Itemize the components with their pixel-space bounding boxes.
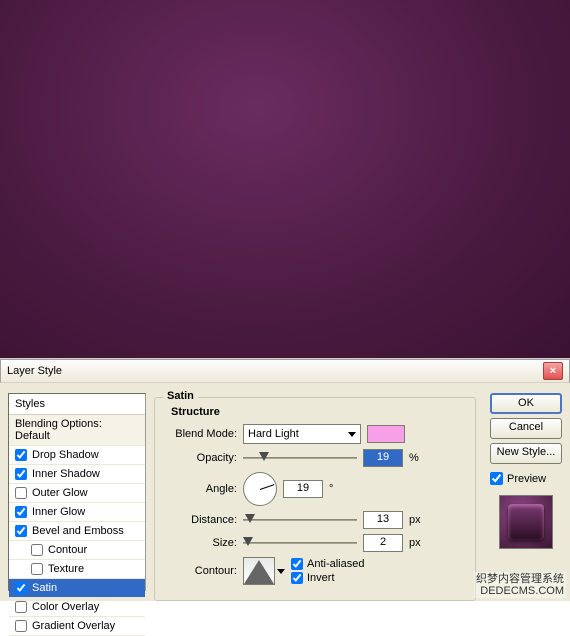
contour-label: Contour:	[165, 565, 237, 577]
watermark-line2: DEDECMS.COM	[476, 585, 564, 597]
satin-group: Satin Structure Blend Mode: Hard Light O…	[154, 397, 476, 601]
size-row: Size: 2 px	[165, 534, 465, 552]
slider-thumb-icon[interactable]	[245, 514, 255, 523]
layer-style-dialog: Layer Style × Styles Blending Options: D…	[0, 358, 570, 601]
preview-thumbnail-inner	[508, 504, 544, 540]
angle-row: Angle: 19 °	[165, 472, 465, 506]
style-checkbox[interactable]	[31, 563, 43, 575]
invert-checkbox[interactable]	[291, 572, 303, 584]
blend-mode-select[interactable]: Hard Light	[243, 424, 361, 444]
style-label: Contour	[48, 544, 87, 556]
distance-input[interactable]: 13	[363, 511, 403, 529]
distance-row: Distance: 13 px	[165, 511, 465, 529]
size-label: Size:	[165, 537, 237, 549]
size-slider[interactable]	[243, 535, 357, 551]
opacity-row: Opacity: 19 %	[165, 449, 465, 467]
preview-label: Preview	[507, 473, 546, 485]
dialog-title: Layer Style	[7, 365, 62, 377]
preview-thumbnail	[499, 495, 553, 549]
style-checkbox[interactable]	[15, 582, 27, 594]
contour-shape-icon	[244, 560, 274, 584]
style-checkbox[interactable]	[15, 525, 27, 537]
styles-panel: Styles Blending Options: Default Drop Sh…	[8, 393, 146, 591]
chevron-down-icon	[348, 432, 356, 437]
style-checkbox[interactable]	[31, 544, 43, 556]
angle-unit: °	[329, 483, 345, 495]
anti-aliased-label: Anti-aliased	[307, 558, 364, 570]
style-item-color-overlay[interactable]: Color Overlay	[9, 598, 145, 617]
style-label: Satin	[32, 582, 57, 594]
contour-row: Contour: Anti-aliased Invert	[165, 557, 465, 585]
blend-mode-value: Hard Light	[248, 428, 299, 440]
angle-input[interactable]: 19	[283, 480, 323, 498]
group-title: Satin	[163, 390, 198, 402]
cancel-button[interactable]: Cancel	[490, 418, 562, 439]
style-item-gradient-overlay[interactable]: Gradient Overlay	[9, 617, 145, 636]
distance-unit: px	[409, 514, 425, 526]
preview-checkbox[interactable]	[490, 472, 503, 485]
contour-picker[interactable]	[243, 557, 275, 585]
style-checkbox[interactable]	[15, 620, 27, 632]
style-item-outer-glow[interactable]: Outer Glow	[9, 484, 145, 503]
watermark: 织梦内容管理系统 DEDECMS.COM	[474, 572, 566, 598]
preview-toggle[interactable]: Preview	[490, 472, 562, 485]
slider-thumb-icon[interactable]	[243, 537, 253, 546]
distance-label: Distance:	[165, 514, 237, 526]
style-checkbox[interactable]	[15, 449, 27, 461]
style-label: Inner Shadow	[32, 468, 100, 480]
style-item-inner-shadow[interactable]: Inner Shadow	[9, 465, 145, 484]
style-item-inner-glow[interactable]: Inner Glow	[9, 503, 145, 522]
size-input[interactable]: 2	[363, 534, 403, 552]
style-label: Bevel and Emboss	[32, 525, 124, 537]
angle-dial[interactable]	[243, 472, 277, 506]
style-checkbox[interactable]	[15, 468, 27, 480]
artwork-text: typo graphy	[285, 62, 286, 296]
style-item-texture[interactable]: Texture	[9, 560, 145, 579]
style-item-satin[interactable]: Satin	[9, 579, 145, 598]
styles-list: Drop Shadow Inner Shadow Outer Glow Inne…	[9, 446, 145, 636]
style-label: Drop Shadow	[32, 449, 99, 461]
slider-thumb-icon[interactable]	[259, 452, 269, 461]
style-checkbox[interactable]	[15, 506, 27, 518]
structure-label: Structure	[171, 406, 465, 418]
new-style-button[interactable]: New Style...	[490, 443, 562, 464]
distance-slider[interactable]	[243, 512, 357, 528]
opacity-unit: %	[409, 452, 425, 464]
style-item-contour[interactable]: Contour	[9, 541, 145, 560]
styles-panel-header[interactable]: Styles	[9, 394, 145, 415]
style-checkbox[interactable]	[15, 487, 27, 499]
opacity-input[interactable]: 19	[363, 449, 403, 467]
angle-indicator-icon	[260, 484, 275, 490]
style-label: Inner Glow	[32, 506, 85, 518]
dialog-titlebar[interactable]: Layer Style ×	[0, 359, 570, 383]
style-label: Texture	[48, 563, 84, 575]
settings-panel: Satin Structure Blend Mode: Hard Light O…	[154, 393, 482, 591]
style-label: Color Overlay	[32, 601, 99, 613]
artwork-word-bottom: graphy	[285, 273, 286, 283]
close-button[interactable]: ×	[543, 362, 563, 380]
blending-options-item[interactable]: Blending Options: Default	[9, 415, 145, 446]
right-button-panel: OK Cancel New Style... Preview	[490, 393, 562, 591]
chevron-down-icon[interactable]	[277, 569, 285, 574]
close-icon: ×	[550, 365, 556, 377]
angle-label: Angle:	[165, 483, 237, 495]
anti-aliased-checkbox[interactable]	[291, 558, 303, 570]
style-label: Gradient Overlay	[32, 620, 115, 632]
style-item-drop-shadow[interactable]: Drop Shadow	[9, 446, 145, 465]
color-swatch[interactable]	[367, 425, 405, 443]
invert-label: Invert	[307, 572, 335, 584]
watermark-line1: 织梦内容管理系统	[476, 573, 564, 585]
style-checkbox[interactable]	[15, 601, 27, 613]
dialog-body: Styles Blending Options: Default Drop Sh…	[0, 383, 570, 601]
opacity-label: Opacity:	[165, 452, 237, 464]
style-item-bevel-emboss[interactable]: Bevel and Emboss	[9, 522, 145, 541]
blend-mode-row: Blend Mode: Hard Light	[165, 424, 465, 444]
canvas-preview: typo graphy	[0, 0, 570, 358]
ok-button[interactable]: OK	[490, 393, 562, 414]
style-label: Outer Glow	[32, 487, 88, 499]
size-unit: px	[409, 537, 425, 549]
blend-mode-label: Blend Mode:	[165, 428, 237, 440]
opacity-slider[interactable]	[243, 450, 357, 466]
